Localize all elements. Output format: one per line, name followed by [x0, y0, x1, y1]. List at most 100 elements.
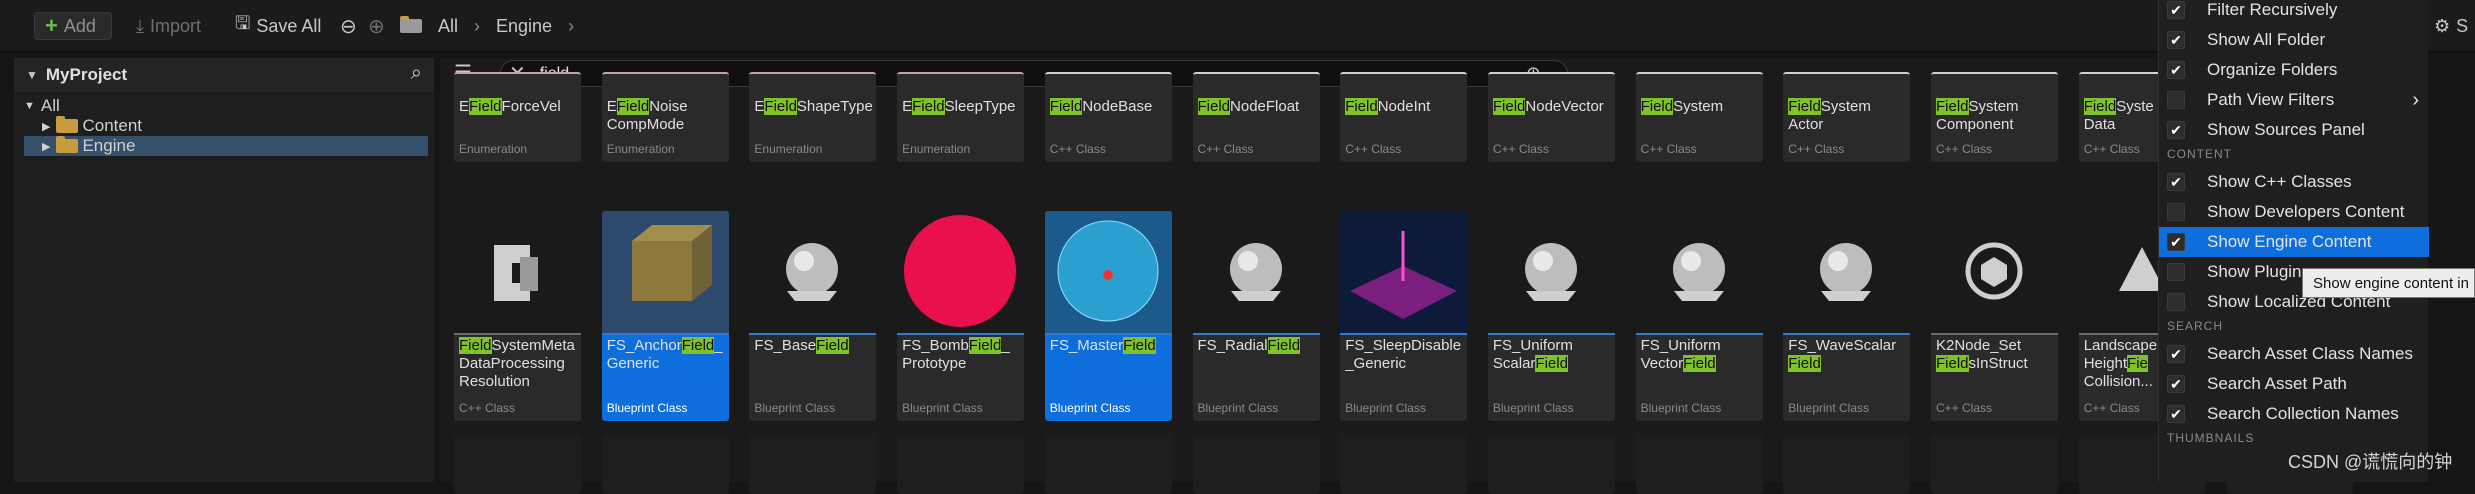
- tree-item-content[interactable]: ▶ Content: [42, 116, 142, 136]
- asset-tile[interactable]: [1931, 434, 2058, 494]
- type-color-bar: [1635, 333, 1763, 335]
- asset-name-highlight: Field: [1345, 98, 1378, 115]
- project-title: MyProject: [45, 65, 128, 84]
- menu-item[interactable]: ✔ Filter Recursively: [2159, 0, 2429, 25]
- import-button[interactable]: ⤓ Import: [136, 12, 201, 40]
- asset-tile[interactable]: K2Node_Set FieldsInStruct C++ Class: [1931, 211, 2058, 421]
- asset-tile[interactable]: [1192, 434, 1320, 494]
- checkbox-checked-icon[interactable]: ✔: [2167, 61, 2185, 79]
- asset-tile[interactable]: [1487, 434, 1615, 494]
- checkbox-empty-icon[interactable]: [2167, 293, 2185, 311]
- checkbox-checked-icon[interactable]: ✔: [2167, 1, 2185, 19]
- asset-tile[interactable]: [897, 434, 1025, 494]
- asset-tile[interactable]: FS_WaveScalar Field Blueprint Class: [1783, 211, 1911, 421]
- save-icon: 🖫: [235, 13, 251, 33]
- asset-tile[interactable]: FieldNodeInt C++ Class: [1340, 72, 1468, 162]
- asset-name-part: E: [754, 98, 765, 115]
- asset-tile[interactable]: [601, 434, 729, 494]
- checkbox-empty-icon[interactable]: [2167, 263, 2185, 281]
- add-button[interactable]: + Add: [34, 12, 112, 40]
- breadcrumb-all[interactable]: All: [438, 16, 458, 37]
- checkbox-checked-icon[interactable]: ✔: [2167, 121, 2185, 139]
- asset-tile[interactable]: FS_Uniform ScalarField Blueprint Class: [1487, 211, 1615, 421]
- asset-tile[interactable]: FS_BombField_ Prototype Blueprint Class: [897, 211, 1025, 421]
- tree-item-all[interactable]: ▼ All: [24, 96, 428, 116]
- asset-tile[interactable]: FieldSystemMeta DataProcessing Resolutio…: [454, 211, 581, 421]
- forward-button[interactable]: ⊕: [368, 12, 385, 40]
- asset-tile[interactable]: FieldNodeFloat C++ Class: [1192, 72, 1320, 162]
- asset-tile[interactable]: [1340, 434, 1468, 494]
- checkbox-empty-icon[interactable]: [2167, 91, 2185, 109]
- breadcrumb-engine[interactable]: Engine: [496, 16, 552, 37]
- asset-tile[interactable]: [1044, 434, 1172, 494]
- save-all-button[interactable]: 🖫 Save All: [235, 12, 321, 40]
- asset-tile[interactable]: FS_MasterField Blueprint Class: [1044, 211, 1172, 421]
- gear-icon: ⚙: [2434, 15, 2451, 36]
- asset-tile[interactable]: FieldNodeVector C++ Class: [1487, 72, 1615, 162]
- menu-item[interactable]: ✔ Search Asset Path: [2159, 369, 2429, 399]
- menu-item[interactable]: ✔ Show C++ Classes: [2159, 167, 2429, 197]
- menu-item-label: Path View Filters: [2207, 90, 2335, 109]
- asset-name: K2Node_Set FieldsInStruct: [1936, 337, 2056, 373]
- asset-name: FieldSystemMeta DataProcessing Resolutio…: [459, 337, 579, 391]
- menu-item-label: Show Plugin: [2207, 262, 2302, 281]
- asset-tile[interactable]: FieldSystem C++ Class: [1635, 72, 1763, 162]
- asset-name: FS_BaseField: [754, 337, 874, 355]
- asset-tile[interactable]: FieldNodeBase C++ Class: [1044, 72, 1172, 162]
- asset-tile[interactable]: EFieldForceVel Enumeration: [454, 72, 581, 162]
- toolbar: + Add ⤓ Import 🖫 Save All ⊖ ⊕ All › Engi…: [0, 0, 2475, 52]
- menu-item[interactable]: ✔ Show Engine Content: [2159, 227, 2429, 257]
- checkbox-checked-icon[interactable]: ✔: [2167, 31, 2185, 49]
- asset-tile[interactable]: EFieldShapeType Enumeration: [749, 72, 877, 162]
- asset-class-label: C++ Class: [1345, 142, 1402, 156]
- asset-tile[interactable]: FieldSystem Component C++ Class: [1931, 72, 2058, 162]
- asset-tile[interactable]: [1635, 434, 1763, 494]
- menu-item[interactable]: Path View Filters ›: [2159, 85, 2429, 115]
- asset-name-part: ShapeType: [796, 98, 873, 115]
- asset-tile[interactable]: [1783, 434, 1911, 494]
- checkbox-empty-icon[interactable]: [2167, 203, 2185, 221]
- menu-item-label: Organize Folders: [2207, 60, 2338, 79]
- asset-tile[interactable]: EFieldNoise CompMode Enumeration: [601, 72, 729, 162]
- asset-tile[interactable]: [454, 434, 581, 494]
- type-color-bar: [1044, 333, 1172, 335]
- checkbox-checked-icon[interactable]: ✔: [2167, 405, 2185, 423]
- menu-item-label: Search Asset Class Names: [2207, 344, 2413, 363]
- asset-tile[interactable]: FS_Uniform VectorField Blueprint Class: [1635, 211, 1763, 421]
- back-button[interactable]: ⊖: [340, 12, 357, 40]
- back-arrow-icon: ⊖: [340, 15, 357, 38]
- checkbox-checked-icon[interactable]: ✔: [2167, 173, 2185, 191]
- asset-tile[interactable]: [749, 434, 877, 494]
- cube-thumb: [601, 211, 729, 333]
- collapse-icon[interactable]: ▼: [26, 68, 38, 82]
- menu-item[interactable]: ✔ Search Collection Names: [2159, 399, 2429, 429]
- asset-tile[interactable]: FS_SleepDisable _Generic Blueprint Class: [1340, 211, 1468, 421]
- asset-name-highlight: Field: [469, 98, 502, 115]
- menu-item[interactable]: ✔ Show All Folder: [2159, 25, 2429, 55]
- content-browser: ☰ ⌄ ✕ field ⊕ ⌄ EFieldForceVelEnumeratio…: [440, 58, 2354, 494]
- checkbox-checked-icon[interactable]: ✔: [2167, 375, 2185, 393]
- search-icon[interactable]: ⌕: [411, 62, 422, 85]
- asset-name-highlight: Field: [816, 337, 849, 354]
- menu-item[interactable]: ✔ Search Asset Class Names: [2159, 339, 2429, 369]
- asset-tile[interactable]: FS_AnchorField_ Generic Blueprint Class: [601, 211, 729, 421]
- asset-name: FS_MasterField: [1050, 337, 1170, 355]
- checkbox-checked-icon[interactable]: ✔: [2167, 233, 2185, 251]
- asset-name-part: FS_Base: [754, 337, 817, 354]
- type-color-bar: [1340, 333, 1468, 335]
- asset-tile[interactable]: FieldSystem Actor C++ Class: [1783, 72, 1911, 162]
- menu-item[interactable]: ✔ Organize Folders: [2159, 55, 2429, 85]
- asset-name-highlight: Field: [1267, 337, 1301, 354]
- cpp-icon: [454, 211, 581, 333]
- checkbox-checked-icon[interactable]: ✔: [2167, 345, 2185, 363]
- settings-button[interactable]: ⚙ S: [2434, 12, 2468, 40]
- menu-item-label: Show All Folder: [2207, 30, 2326, 49]
- tree-item-engine[interactable]: ▶ Engine: [24, 136, 428, 156]
- menu-item[interactable]: ✔ Show Sources Panel: [2159, 115, 2429, 145]
- asset-name: FS_BombField_ Prototype: [902, 337, 1022, 373]
- asset-tile[interactable]: EFieldSleepType Enumeration: [897, 72, 1025, 162]
- folder-icon: [400, 16, 422, 33]
- asset-tile[interactable]: FS_RadialField Blueprint Class: [1192, 211, 1320, 421]
- menu-item[interactable]: Show Developers Content: [2159, 197, 2429, 227]
- asset-tile[interactable]: FS_BaseField Blueprint Class: [749, 211, 877, 421]
